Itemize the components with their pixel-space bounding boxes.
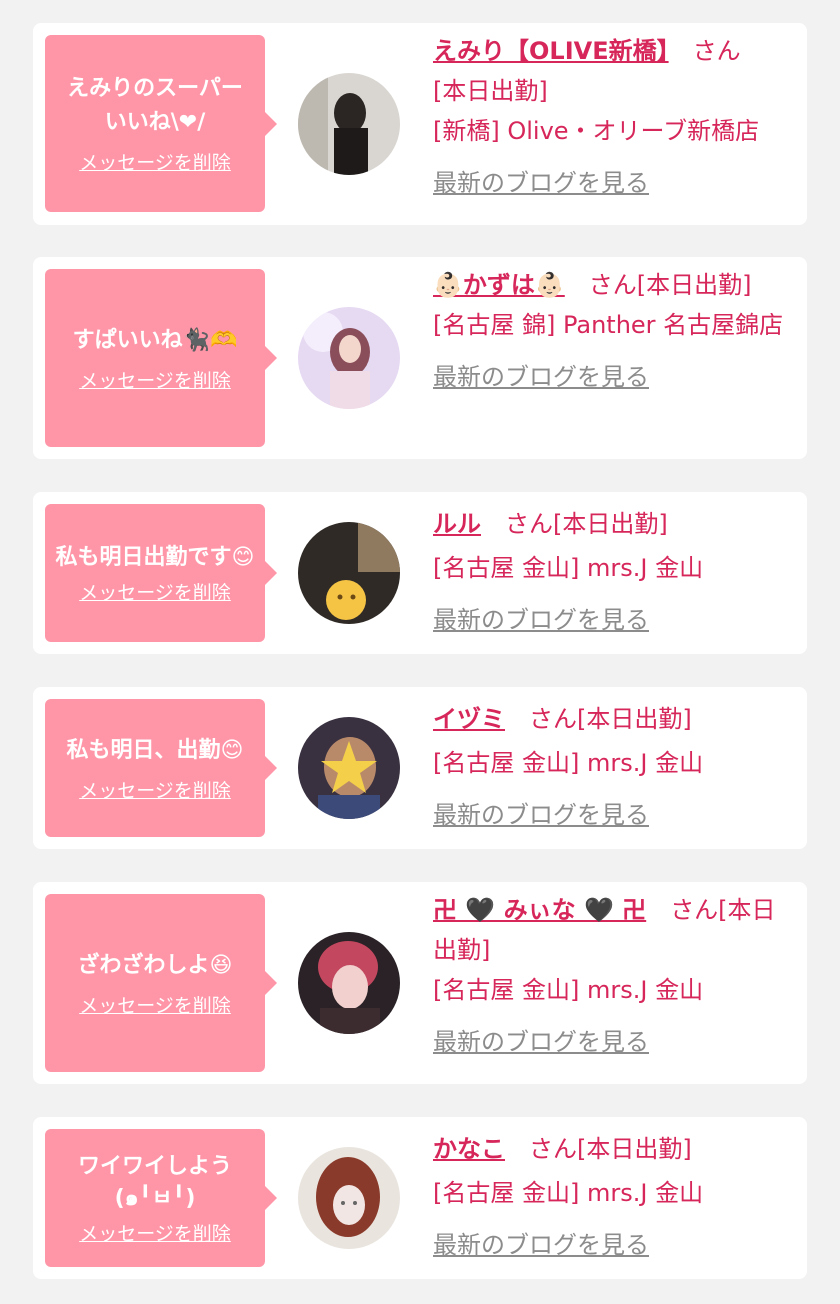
cast-name-link[interactable]: 👶🏻かずは👶🏻 bbox=[433, 271, 565, 299]
shop-name: [名古屋 金山] mrs.J 金山 bbox=[433, 976, 704, 1004]
cast-suffix: さん[本日出勤] bbox=[505, 510, 668, 538]
message-bubble: えみりのスーパー いいね\❤/ メッセージを削除 bbox=[45, 35, 277, 212]
delete-message-link[interactable]: メッセージを削除 bbox=[79, 776, 231, 803]
cast-suffix: さん bbox=[692, 37, 741, 65]
shop-name: [名古屋 錦] Panther 名古屋錦店 bbox=[433, 311, 784, 339]
message-bubble: ワイワイしよう (๑╹ㅂ╹) メッセージを削除 bbox=[45, 1129, 277, 1267]
list-item: 私も明日、出勤😊 メッセージを削除 イヅミ さん[本日出勤] [名古屋 金山] … bbox=[33, 687, 807, 849]
message-bubble: 私も明日、出勤😊 メッセージを削除 bbox=[45, 699, 277, 837]
shop-name: [名古屋 金山] mrs.J 金山 bbox=[433, 554, 704, 582]
shop-name: [名古屋 金山] mrs.J 金山 bbox=[433, 1179, 704, 1207]
message-bubble: 私も明日出勤です😊 メッセージを削除 bbox=[45, 504, 277, 642]
delete-message-link[interactable]: メッセージを削除 bbox=[79, 1219, 231, 1246]
cast-name-link[interactable]: えみり【OLIVE新橋】 bbox=[433, 37, 669, 65]
list-item: ざわざわしよ😆 メッセージを削除 卍 🖤 みぃな 🖤 卍 さん[本日出勤] [名… bbox=[33, 882, 807, 1084]
shop-name: [名古屋 金山] mrs.J 金山 bbox=[433, 749, 704, 777]
delete-message-link[interactable]: メッセージを削除 bbox=[79, 366, 231, 393]
cast-name-link[interactable]: イヅミ bbox=[433, 705, 505, 733]
blog-link[interactable]: 最新のブログを見る bbox=[433, 795, 649, 835]
cast-suffix: さん[本日出勤] bbox=[529, 1135, 692, 1163]
message-text: ざわざわしよ😆 bbox=[77, 952, 233, 978]
work-status: [本日出勤] bbox=[433, 77, 548, 105]
avatar[interactable] bbox=[298, 522, 400, 624]
message-text: ワイワイしよう (๑╹ㅂ╹) bbox=[77, 1153, 232, 1211]
blog-link[interactable]: 最新のブログを見る bbox=[433, 163, 649, 203]
avatar[interactable] bbox=[298, 73, 400, 175]
cast-name-link[interactable]: 卍 🖤 みぃな 🖤 卍 bbox=[433, 896, 646, 924]
delete-message-link[interactable]: メッセージを削除 bbox=[79, 148, 231, 175]
avatar[interactable] bbox=[298, 307, 400, 409]
blog-link[interactable]: 最新のブログを見る bbox=[433, 600, 649, 640]
avatar[interactable] bbox=[298, 932, 400, 1034]
message-text: 私も明日出勤です😊 bbox=[55, 544, 255, 570]
blog-link[interactable]: 最新のブログを見る bbox=[433, 1022, 649, 1062]
delete-message-link[interactable]: メッセージを削除 bbox=[79, 578, 231, 605]
delete-message-link[interactable]: メッセージを削除 bbox=[79, 991, 231, 1018]
avatar[interactable] bbox=[298, 717, 400, 819]
list-item: 私も明日出勤です😊 メッセージを削除 ルル さん[本日出勤] [名古屋 金山] … bbox=[33, 492, 807, 654]
list-item: ワイワイしよう (๑╹ㅂ╹) メッセージを削除 かなこ さん[本日出勤] [名古… bbox=[33, 1117, 807, 1279]
avatar[interactable] bbox=[298, 1147, 400, 1249]
message-text: すぱいいね🐈‍⬛🫶 bbox=[72, 327, 238, 353]
blog-link[interactable]: 最新のブログを見る bbox=[433, 1225, 649, 1265]
cast-suffix: さん[本日出勤] bbox=[588, 271, 752, 299]
blog-link[interactable]: 最新のブログを見る bbox=[433, 357, 649, 397]
message-bubble: すぱいいね🐈‍⬛🫶 メッセージを削除 bbox=[45, 269, 277, 447]
message-list: えみりのスーパー いいね\❤/ メッセージを削除 えみり【OLIVE新橋】 さん… bbox=[0, 0, 840, 1304]
cast-name-link[interactable]: ルル bbox=[433, 510, 481, 538]
shop-name: [新橋] Olive・オリーブ新橋店 bbox=[433, 117, 760, 145]
cast-suffix: さん[本日出勤] bbox=[529, 705, 692, 733]
message-text: えみりのスーパー いいね\❤/ bbox=[67, 76, 243, 135]
list-item: えみりのスーパー いいね\❤/ メッセージを削除 えみり【OLIVE新橋】 さん… bbox=[33, 23, 807, 225]
cast-name-link[interactable]: かなこ bbox=[433, 1135, 505, 1163]
message-text: 私も明日、出勤😊 bbox=[66, 737, 244, 763]
message-bubble: ざわざわしよ😆 メッセージを削除 bbox=[45, 894, 277, 1072]
list-item: すぱいいね🐈‍⬛🫶 メッセージを削除 👶🏻かずは👶🏻 さん[本日出勤] [名古屋… bbox=[33, 257, 807, 459]
